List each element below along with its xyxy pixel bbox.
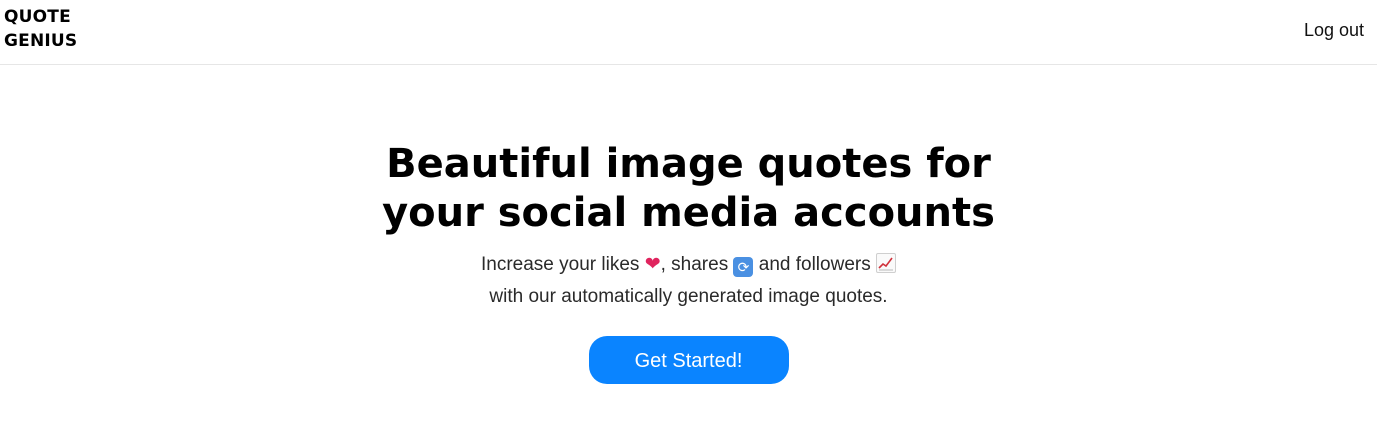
- subtext-part-followers: and followers: [753, 254, 876, 275]
- logout-link[interactable]: Log out: [1304, 20, 1364, 41]
- hero-section: Beautiful image quotes for your social m…: [0, 140, 1377, 384]
- subtext-line-1: Increase your likes ❤, shares ⟳ and foll…: [0, 248, 1377, 281]
- chart-increasing-icon: [876, 253, 896, 273]
- subtext-part-shares: , shares: [660, 254, 734, 275]
- hero-subtext: Increase your likes ❤, shares ⟳ and foll…: [0, 248, 1377, 313]
- logo-line-genius: GENIUS: [4, 31, 78, 51]
- get-started-button[interactable]: Get Started!: [588, 336, 789, 384]
- hero-headline: Beautiful image quotes for your social m…: [339, 140, 1039, 238]
- repeat-icon: ⟳: [733, 257, 754, 277]
- logo-line-quote: QUOTE: [4, 7, 71, 27]
- heart-icon: ❤: [644, 253, 661, 275]
- logo[interactable]: QUOTE GENIUS: [4, 5, 77, 53]
- top-navigation-bar: QUOTE GENIUS Log out: [0, 0, 1377, 65]
- headline-line-1: Beautiful image quotes for: [386, 141, 991, 187]
- headline-line-2: your social media accounts: [382, 190, 995, 236]
- subtext-line-2: with our automatically generated image q…: [489, 286, 888, 307]
- subtext-part-likes: Increase your likes: [481, 254, 645, 275]
